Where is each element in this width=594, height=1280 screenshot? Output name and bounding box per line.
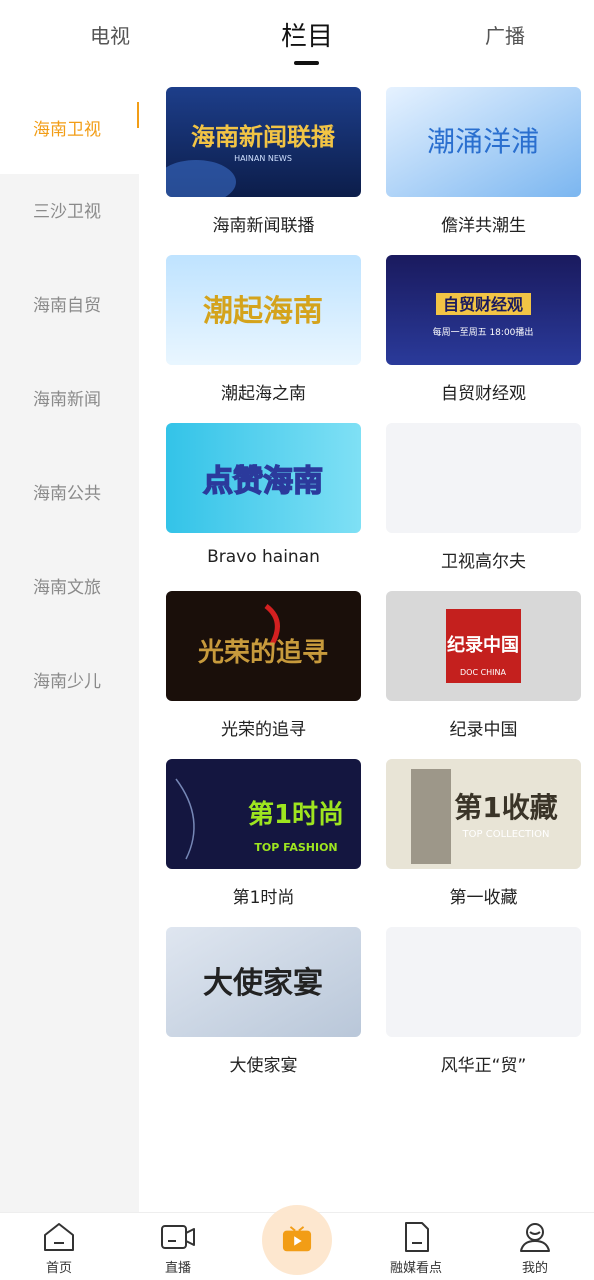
program-thumbnail: 海南新闻联播 HAINAN NEWS <box>166 87 361 197</box>
program-card[interactable]: 潮涌洋浦 儋洋共潮生 <box>386 87 581 236</box>
bottom-nav-bar: 首页 直播 融媒看点 我的 <box>0 1205 594 1280</box>
active-indicator <box>137 102 139 128</box>
program-thumbnail: 大使家宴 <box>166 927 361 1037</box>
program-card[interactable]: 海南新闻联播 HAINAN NEWS 海南新闻联播 <box>166 87 361 236</box>
svg-text:第1时尚: 第1时尚 <box>248 799 344 830</box>
program-thumbnail: 第1收藏 TOP COLLECTION <box>386 759 581 869</box>
thumbnail-art: 潮涌洋浦 <box>386 87 581 197</box>
sidebar-item-label: 三沙卫视 <box>33 201 101 222</box>
nav-media-highlights[interactable]: 融媒看点 <box>376 1213 456 1280</box>
program-title: 大使家宴 <box>229 1056 298 1076</box>
svg-text:点赞海南: 点赞海南 <box>203 464 323 499</box>
thumbnail-art: 自贸财经观 每周一至周五 18:00播出 <box>386 255 581 365</box>
tab-radio[interactable]: 广播 <box>445 20 565 49</box>
program-title: 潮起海之南 <box>221 384 306 404</box>
svg-text:TOP FASHION: TOP FASHION <box>254 841 337 854</box>
thumbnail-art: 纪录中国 DOC CHINA <box>386 591 581 701</box>
tv-play-icon <box>282 1226 312 1252</box>
active-tab-indicator <box>294 61 319 65</box>
program-card[interactable]: 大使家宴 大使家宴 <box>166 927 361 1076</box>
sidebar-item-hainan-travel[interactable]: 海南文旅 <box>0 538 139 632</box>
svg-text:海南新闻联播: 海南新闻联播 <box>191 123 336 151</box>
thumbnail-art: 海南新闻联播 HAINAN NEWS <box>166 87 361 197</box>
channel-sidebar: 海南卫视 三沙卫视 海南自贸 海南新闻 海南公共 海南文旅 海南少儿 <box>0 80 139 1212</box>
program-thumbnail: 自贸财经观 每周一至周五 18:00播出 <box>386 255 581 365</box>
nav-tv-center-button[interactable] <box>262 1205 332 1275</box>
program-thumbnail-placeholder <box>386 423 581 533</box>
program-title: 第一收藏 <box>449 888 518 908</box>
nav-label: 我的 <box>521 1261 548 1276</box>
sidebar-item-label: 海南文旅 <box>33 577 101 598</box>
program-card[interactable]: 点赞海南 Bravo hainan <box>166 423 361 567</box>
sidebar-item-hainan-tv[interactable]: 海南卫视 <box>0 80 139 174</box>
svg-text:每周一至周五 18:00播出: 每周一至周五 18:00播出 <box>433 326 534 338</box>
tab-programs[interactable]: 栏目 <box>247 16 367 53</box>
thumbnail-art: 第1时尚 TOP FASHION <box>166 759 361 869</box>
program-title: 第1时尚 <box>232 888 295 908</box>
program-thumbnail-placeholder <box>386 927 581 1037</box>
program-thumbnail: 潮涌洋浦 <box>386 87 581 197</box>
sidebar-item-label: 海南公共 <box>33 483 101 504</box>
nav-home[interactable]: 首页 <box>19 1213 99 1280</box>
nav-label: 融媒看点 <box>389 1261 442 1276</box>
sidebar-item-label: 海南少儿 <box>33 671 101 692</box>
program-card[interactable]: 第1时尚 TOP FASHION 第1时尚 <box>166 759 361 908</box>
program-card[interactable]: 风华正“贸” <box>386 927 581 1076</box>
svg-text:纪录中国: 纪录中国 <box>447 634 519 656</box>
top-tab-bar: 电视 栏目 广播 <box>0 0 594 80</box>
program-thumbnail: 第1时尚 TOP FASHION <box>166 759 361 869</box>
program-card[interactable]: 自贸财经观 每周一至周五 18:00播出 自贸财经观 <box>386 255 581 404</box>
video-camera-icon <box>161 1225 195 1249</box>
svg-text:潮起海南: 潮起海南 <box>203 294 323 329</box>
sidebar-item-label: 海南卫视 <box>33 119 101 140</box>
nav-profile[interactable]: 我的 <box>495 1213 575 1280</box>
program-title: 自贸财经观 <box>441 384 526 404</box>
program-thumbnail: 潮起海南 <box>166 255 361 365</box>
program-card[interactable]: 第1收藏 TOP COLLECTION 第一收藏 <box>386 759 581 908</box>
svg-text:潮涌洋浦: 潮涌洋浦 <box>427 125 539 158</box>
sidebar-item-label: 海南自贸 <box>33 295 101 316</box>
sidebar-item-hainan-kids[interactable]: 海南少儿 <box>0 632 139 726</box>
svg-text:HAINAN NEWS: HAINAN NEWS <box>234 154 292 163</box>
home-icon <box>44 1223 74 1251</box>
program-card[interactable]: 卫视高尔夫 <box>386 423 581 572</box>
sidebar-item-hainan-public[interactable]: 海南公共 <box>0 444 139 538</box>
thumbnail-art: 潮起海南 <box>166 255 361 365</box>
nav-live[interactable]: 直播 <box>138 1213 218 1280</box>
program-title: 光荣的追寻 <box>221 720 306 740</box>
program-thumbnail: 光荣的追寻 <box>166 591 361 701</box>
document-icon <box>405 1222 429 1252</box>
svg-text:DOC CHINA: DOC CHINA <box>460 668 507 677</box>
nav-label: 首页 <box>45 1261 72 1276</box>
sidebar-item-sansha-tv[interactable]: 三沙卫视 <box>0 162 139 256</box>
tab-tv[interactable]: 电视 <box>50 20 170 49</box>
svg-text:第1收藏: 第1收藏 <box>454 791 557 824</box>
program-title: 卫视高尔夫 <box>441 552 526 572</box>
thumbnail-art: 大使家宴 <box>166 927 361 1037</box>
svg-text:TOP COLLECTION: TOP COLLECTION <box>462 829 550 840</box>
thumbnail-art: 点赞海南 <box>166 423 361 533</box>
program-title: 海南新闻联播 <box>212 216 315 236</box>
program-title: 纪录中国 <box>449 720 518 740</box>
thumbnail-art: 光荣的追寻 <box>166 591 361 701</box>
svg-text:自贸财经观: 自贸财经观 <box>443 295 523 314</box>
program-card[interactable]: 光荣的追寻 光荣的追寻 <box>166 591 361 740</box>
program-card[interactable]: 纪录中国 DOC CHINA 纪录中国 <box>386 591 581 740</box>
nav-label: 直播 <box>164 1261 191 1276</box>
program-title: Bravo hainan <box>207 547 320 567</box>
program-title: 儋洋共潮生 <box>441 216 526 236</box>
sidebar-item-hainan-ftz[interactable]: 海南自贸 <box>0 256 139 350</box>
sidebar-item-hainan-news[interactable]: 海南新闻 <box>0 350 139 444</box>
program-thumbnail: 纪录中国 DOC CHINA <box>386 591 581 701</box>
sidebar-item-label: 海南新闻 <box>33 389 101 410</box>
thumbnail-art: 第1收藏 TOP COLLECTION <box>386 759 581 869</box>
svg-text:光荣的追寻: 光荣的追寻 <box>197 637 328 668</box>
program-title: 风华正“贸” <box>440 1056 527 1076</box>
svg-text:大使家宴: 大使家宴 <box>203 966 323 1001</box>
program-card[interactable]: 潮起海南 潮起海之南 <box>166 255 361 404</box>
program-thumbnail: 点赞海南 <box>166 423 361 533</box>
user-icon <box>520 1223 550 1252</box>
